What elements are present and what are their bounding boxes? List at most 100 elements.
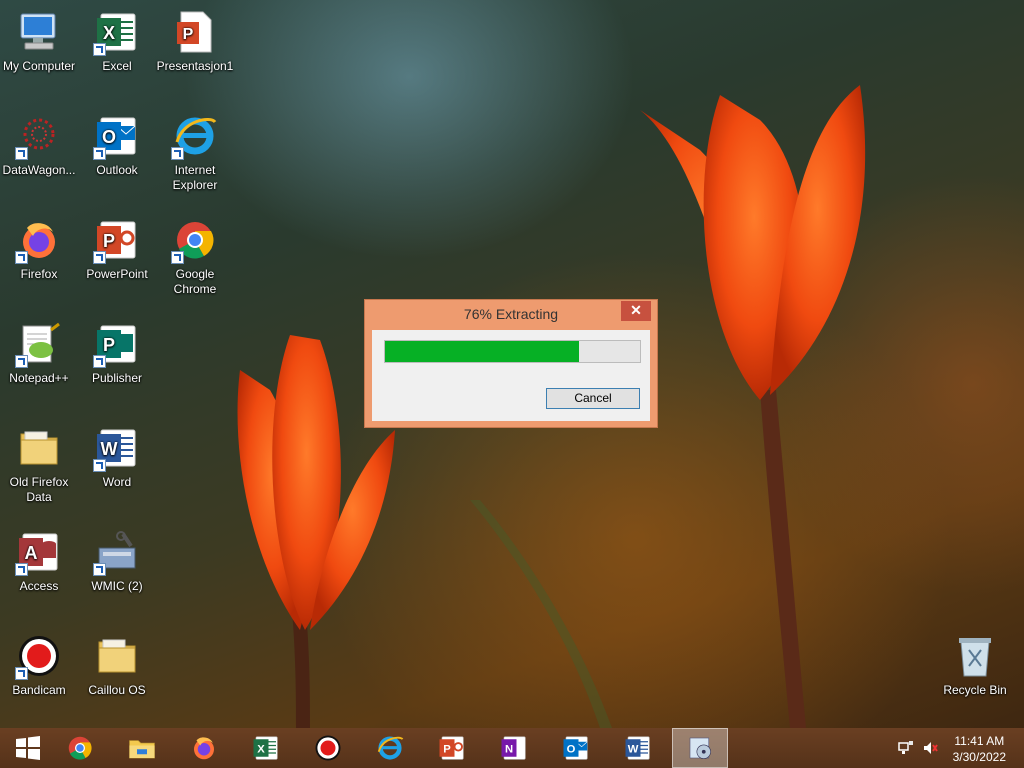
taskbar-internet-explorer-button[interactable] <box>362 728 418 768</box>
bandicam-icon <box>313 733 343 763</box>
taskbar-chrome-button[interactable] <box>52 728 108 768</box>
file-explorer-icon <box>127 733 157 763</box>
wmic-icon <box>93 528 141 576</box>
word-icon: W <box>623 733 653 763</box>
svg-text:P: P <box>103 231 115 251</box>
taskbar: X P N O W 11:41 AM 3/30/2022 <box>0 728 1024 768</box>
shortcut-arrow-icon <box>15 251 28 264</box>
shortcut-arrow-icon <box>93 563 106 576</box>
publisher-icon: P <box>93 320 141 368</box>
svg-text:P: P <box>183 26 194 43</box>
taskbar-extract-app-button[interactable] <box>672 728 728 768</box>
desktop-icon-label: Recycle Bin <box>943 683 1007 697</box>
svg-text:O: O <box>102 127 116 147</box>
svg-text:X: X <box>103 23 115 43</box>
network-icon[interactable] <box>898 740 914 756</box>
desktop-icon-datawagon[interactable]: DataWagon... <box>0 112 78 178</box>
shortcut-arrow-icon <box>15 667 28 680</box>
internet-explorer-icon <box>375 733 405 763</box>
clock-date: 3/30/2022 <box>952 750 1006 764</box>
shortcut-arrow-icon <box>93 355 106 368</box>
outlook-icon: O <box>93 112 141 160</box>
pptx-file-icon: P <box>171 8 219 56</box>
close-button[interactable]: ✕ <box>621 301 651 321</box>
clock-time: 11:41 AM <box>954 734 1005 748</box>
svg-text:W: W <box>101 439 118 459</box>
progress-fill <box>385 341 579 362</box>
shortcut-arrow-icon <box>15 147 28 160</box>
shortcut-arrow-icon <box>15 563 28 576</box>
word-icon: W <box>93 424 141 472</box>
desktop-icon-label: Caillou OS <box>88 683 146 697</box>
desktop-icon-powerpoint[interactable]: P PowerPoint <box>78 216 156 282</box>
taskbar-file-explorer-button[interactable] <box>114 728 170 768</box>
clock[interactable]: 11:41 AM 3/30/2022 <box>953 733 1006 765</box>
outlook-icon: O <box>561 733 591 763</box>
notepadpp-icon <box>15 320 63 368</box>
shortcut-arrow-icon <box>93 251 106 264</box>
desktop-icon-label: Old Firefox Data <box>9 475 69 504</box>
desktop-icon-label: Publisher <box>91 371 143 385</box>
dialog-client: Cancel <box>372 330 650 421</box>
taskbar-outlook-button[interactable]: O <box>548 728 604 768</box>
folder-icon <box>15 424 63 472</box>
desktop-icon-notepadpp[interactable]: Notepad++ <box>0 320 78 386</box>
taskbar-powerpoint-button[interactable]: P <box>424 728 480 768</box>
shortcut-arrow-icon <box>15 355 28 368</box>
desktop-icon-label: DataWagon... <box>2 163 76 177</box>
desktop-icon-label: Notepad++ <box>9 371 69 385</box>
desktop-icon-label: Bandicam <box>12 683 66 697</box>
desktop-icon-label: WMIC (2) <box>91 579 143 593</box>
taskbar-bandicam-button[interactable] <box>300 728 356 768</box>
taskbar-onenote-button[interactable]: N <box>486 728 542 768</box>
desktop-icon-pptx-file[interactable]: P Presentasjon1 <box>156 8 234 74</box>
taskbar-word-button[interactable]: W <box>610 728 666 768</box>
powerpoint-icon: P <box>93 216 141 264</box>
shortcut-arrow-icon <box>171 251 184 264</box>
svg-text:P: P <box>443 743 451 755</box>
svg-text:W: W <box>628 743 639 755</box>
desktop-icon-my-computer[interactable]: My Computer <box>0 8 78 74</box>
excel-icon: X <box>93 8 141 56</box>
extract-app-icon <box>685 733 715 763</box>
bandicam-icon <box>15 632 63 680</box>
taskbar-firefox-button[interactable] <box>176 728 232 768</box>
dialog-title: 76% Extracting <box>463 306 559 322</box>
cancel-button[interactable]: Cancel <box>546 388 640 409</box>
svg-text:O: O <box>567 743 576 755</box>
desktop-icon-label: Google Chrome <box>173 267 217 296</box>
desktop-icon-chrome[interactable]: Google Chrome <box>156 216 234 297</box>
firefox-icon <box>15 216 63 264</box>
volume-muted-icon[interactable] <box>922 740 938 756</box>
desktop-icon-outlook[interactable]: O Outlook <box>78 112 156 178</box>
desktop-icon-access[interactable]: A Access <box>0 528 78 594</box>
svg-text:N: N <box>505 743 513 755</box>
datawagon-icon <box>15 112 63 160</box>
desktop-icon-internet-explorer[interactable]: Internet Explorer <box>156 112 234 193</box>
desktop-icon-folder[interactable]: Old Firefox Data <box>0 424 78 505</box>
desktop-icon-firefox[interactable]: Firefox <box>0 216 78 282</box>
shortcut-arrow-icon <box>171 147 184 160</box>
desktop-icon-label: Excel <box>102 59 132 73</box>
desktop-icon-label: Firefox <box>20 267 58 281</box>
desktop-icon-label: My Computer <box>2 59 76 73</box>
desktop-icon-folder[interactable]: Caillou OS <box>78 632 156 698</box>
folder-icon <box>93 632 141 680</box>
shortcut-arrow-icon <box>93 147 106 160</box>
desktop-icon-wmic[interactable]: WMIC (2) <box>78 528 156 594</box>
desktop-icon-label: Access <box>19 579 59 593</box>
start-icon <box>13 733 43 763</box>
extract-progress-dialog: 76% Extracting ✕ Cancel <box>364 299 658 428</box>
onenote-icon: N <box>499 733 529 763</box>
shortcut-arrow-icon <box>93 43 106 56</box>
taskbar-excel-button[interactable]: X <box>238 728 294 768</box>
desktop-icon-label: PowerPoint <box>86 267 148 281</box>
progress-bar <box>384 340 641 363</box>
desktop-icon-recycle-bin[interactable]: Recycle Bin <box>936 632 1014 698</box>
desktop-icon-word[interactable]: W Word <box>78 424 156 490</box>
desktop-icon-excel[interactable]: X Excel <box>78 8 156 74</box>
desktop-icon-bandicam[interactable]: Bandicam <box>0 632 78 698</box>
desktop-icon-label: Presentasjon1 <box>156 59 234 73</box>
taskbar-start-button[interactable] <box>0 728 56 768</box>
desktop-icon-publisher[interactable]: P Publisher <box>78 320 156 386</box>
